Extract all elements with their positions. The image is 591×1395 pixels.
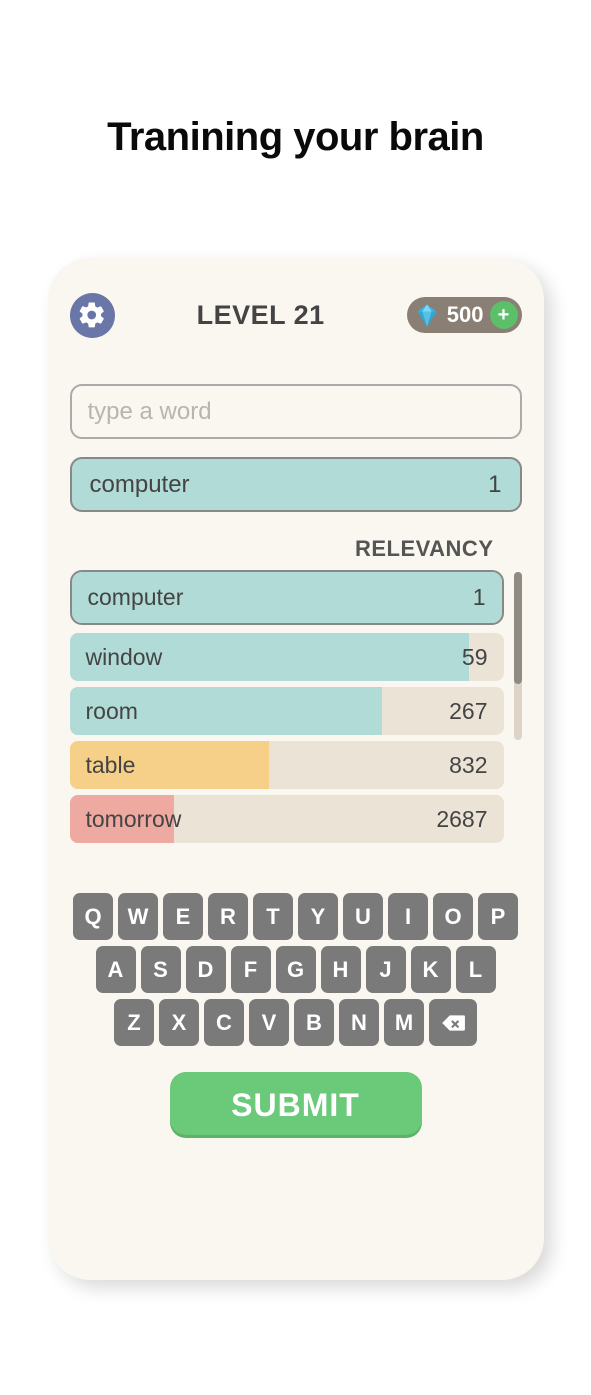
guess-row: tomorrow 2687 [70, 795, 504, 843]
phone-frame: LEVEL 21 500 + computer 1 RELEVANCY comp… [48, 258, 544, 1280]
gem-icon [413, 301, 441, 329]
guess-word: room [86, 698, 138, 725]
guess-content: computer 1 [72, 572, 502, 623]
key-f[interactable]: F [231, 946, 271, 993]
current-guess-word: computer [90, 471, 190, 499]
key-j[interactable]: J [366, 946, 406, 993]
key-l[interactable]: L [456, 946, 496, 993]
key-u[interactable]: U [343, 893, 383, 940]
guess-word: table [86, 752, 136, 779]
guess-content: room 267 [70, 687, 504, 735]
guess-row: window 59 [70, 633, 504, 681]
key-h[interactable]: H [321, 946, 361, 993]
key-s[interactable]: S [141, 946, 181, 993]
guess-content: tomorrow 2687 [70, 795, 504, 843]
key-i[interactable]: I [388, 893, 428, 940]
guess-rank: 832 [449, 752, 487, 779]
settings-button[interactable] [70, 293, 115, 338]
guess-word: window [86, 644, 163, 671]
key-c[interactable]: C [204, 999, 244, 1046]
add-gems-button[interactable]: + [490, 301, 518, 329]
guess-list: computer 1 window 59 room 267 table 832 tomorrow… [70, 570, 504, 843]
guess-word: tomorrow [86, 806, 182, 833]
backspace-key[interactable] [429, 999, 477, 1046]
plus-icon: + [498, 304, 510, 327]
key-q[interactable]: Q [73, 893, 113, 940]
key-d[interactable]: D [186, 946, 226, 993]
key-p[interactable]: P [478, 893, 518, 940]
guess-word: computer [88, 584, 184, 611]
gear-icon [77, 300, 107, 330]
backspace-icon [440, 1010, 466, 1036]
keyboard: QWERTYUIOP ASDFGHJKL ZXCVBNM [70, 893, 522, 1046]
top-bar: LEVEL 21 500 + [70, 290, 522, 340]
key-t[interactable]: T [253, 893, 293, 940]
scrollbar-thumb[interactable] [514, 572, 522, 684]
guess-rank: 2687 [436, 806, 487, 833]
level-label: LEVEL 21 [197, 300, 325, 331]
gems-count: 500 [445, 302, 486, 328]
relevancy-heading: RELEVANCY [70, 536, 522, 562]
key-e[interactable]: E [163, 893, 203, 940]
key-g[interactable]: G [276, 946, 316, 993]
key-m[interactable]: M [384, 999, 424, 1046]
key-v[interactable]: V [249, 999, 289, 1046]
word-input-field[interactable] [70, 384, 522, 439]
key-r[interactable]: R [208, 893, 248, 940]
guess-rank: 267 [449, 698, 487, 725]
headline: Tranining your brain [0, 115, 591, 160]
key-z[interactable]: Z [114, 999, 154, 1046]
guess-row: room 267 [70, 687, 504, 735]
guess-row: table 832 [70, 741, 504, 789]
guess-rank: 59 [462, 644, 488, 671]
guess-content: window 59 [70, 633, 504, 681]
key-a[interactable]: A [96, 946, 136, 993]
guess-rank: 1 [473, 584, 486, 611]
key-n[interactable]: N [339, 999, 379, 1046]
keyboard-row: ASDFGHJKL [96, 946, 496, 993]
key-o[interactable]: O [433, 893, 473, 940]
current-guess-rank: 1 [488, 471, 501, 499]
key-b[interactable]: B [294, 999, 334, 1046]
guess-row: computer 1 [70, 570, 504, 625]
key-w[interactable]: W [118, 893, 158, 940]
word-input[interactable] [88, 398, 504, 426]
keyboard-row: ZXCVBNM [114, 999, 477, 1046]
key-y[interactable]: Y [298, 893, 338, 940]
key-k[interactable]: K [411, 946, 451, 993]
submit-button[interactable]: SUBMIT [170, 1072, 422, 1138]
key-x[interactable]: X [159, 999, 199, 1046]
keyboard-row: QWERTYUIOP [73, 893, 518, 940]
current-guess-row: computer 1 [70, 457, 522, 512]
guess-list-container: computer 1 window 59 room 267 table 832 tomorrow… [70, 570, 522, 843]
guess-content: table 832 [70, 741, 504, 789]
gems-pill[interactable]: 500 + [407, 297, 522, 333]
